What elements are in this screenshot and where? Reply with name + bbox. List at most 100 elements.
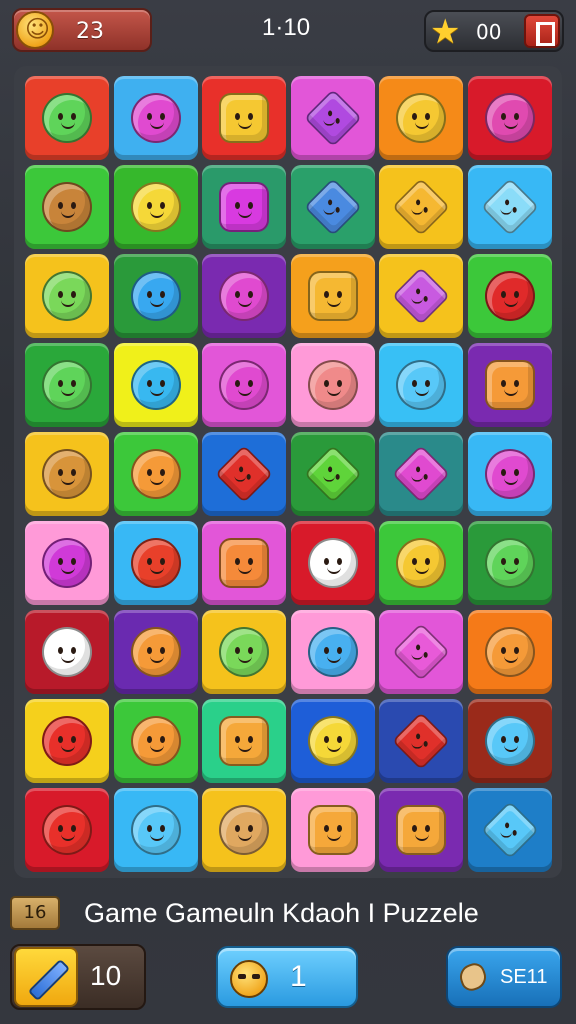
tile-r4-c1[interactable] [25, 343, 109, 427]
tile-r3-c6[interactable] [467, 254, 552, 338]
top-bar: 23 1·10 ★ 00 [0, 0, 576, 62]
creature-mouth [326, 656, 341, 663]
creature-mouth [415, 567, 429, 574]
tile-r8-c6[interactable] [467, 699, 552, 783]
creature-icon [396, 805, 446, 855]
creature-mouth [322, 120, 335, 126]
tile-r7-c3[interactable] [202, 610, 286, 694]
creature-mouth [415, 389, 429, 396]
creature-mouth [149, 478, 164, 485]
pencil-tool-button[interactable]: 10 [10, 944, 146, 1010]
creature-mouth [234, 476, 246, 482]
hint-button[interactable]: 1 [216, 946, 358, 1008]
creature-mouth [503, 300, 518, 307]
tile-r8-c1[interactable] [25, 699, 109, 783]
tile-r6-c2[interactable] [113, 521, 198, 605]
tile-r4-c2[interactable] [113, 343, 198, 427]
tile-r9-c2[interactable] [113, 788, 198, 872]
creature-icon [396, 538, 446, 588]
tile-r2-c6[interactable] [467, 165, 552, 249]
tile-r9-c5[interactable] [379, 788, 463, 872]
coin-face-icon [16, 11, 54, 49]
creature-icon [307, 360, 358, 410]
creature-mouth [415, 122, 429, 129]
creature-mouth [238, 211, 252, 218]
creature-icon [219, 271, 269, 321]
creature-mouth [238, 389, 252, 396]
tile-r5-c5[interactable] [379, 432, 463, 516]
tile-r2-c3[interactable] [202, 165, 286, 249]
tile-r1-c5[interactable] [379, 76, 463, 160]
tile-r9-c1[interactable] [25, 788, 109, 872]
coin-counter[interactable]: 23 [12, 8, 152, 52]
creature-icon [219, 93, 269, 143]
creature-icon [42, 360, 92, 410]
creature-icon [396, 360, 446, 410]
tile-r1-c4[interactable] [290, 76, 375, 160]
tile-r8-c2[interactable] [113, 699, 198, 783]
tile-r9-c4[interactable] [290, 788, 375, 872]
exit-button[interactable] [524, 14, 560, 48]
tile-r2-c4[interactable] [290, 165, 375, 249]
creature-icon [130, 449, 181, 499]
tile-r7-c2[interactable] [113, 610, 198, 694]
creature-icon [130, 805, 181, 855]
tile-r9-c3[interactable] [202, 788, 286, 872]
tile-r9-c6[interactable] [467, 788, 552, 872]
tile-r5-c3[interactable] [202, 432, 286, 516]
shuffle-icon [456, 960, 490, 994]
tile-r7-c5[interactable] [379, 610, 463, 694]
tile-r6-c6[interactable] [467, 521, 552, 605]
tile-r8-c4[interactable] [290, 699, 375, 783]
tile-r2-c1[interactable] [25, 165, 109, 249]
creature-mouth [326, 834, 341, 841]
creature-icon [130, 271, 181, 321]
creature-icon [480, 178, 539, 236]
tile-r1-c3[interactable] [202, 76, 286, 160]
tile-r2-c2[interactable] [113, 165, 198, 249]
tile-r3-c1[interactable] [25, 254, 109, 338]
creature-icon [484, 627, 535, 677]
tile-r1-c2[interactable] [113, 76, 198, 160]
tile-r7-c6[interactable] [467, 610, 552, 694]
creature-icon [219, 716, 269, 766]
creature-mouth [61, 656, 75, 663]
tile-r6-c1[interactable] [25, 521, 109, 605]
creature-icon [219, 538, 269, 588]
tile-r1-c1[interactable] [25, 76, 109, 160]
creature-mouth [503, 478, 518, 485]
tile-r5-c1[interactable] [25, 432, 109, 516]
tile-r3-c2[interactable] [113, 254, 198, 338]
tile-r5-c4[interactable] [290, 432, 375, 516]
creature-mouth [322, 476, 335, 482]
tile-r6-c4[interactable] [290, 521, 375, 605]
tile-r4-c3[interactable] [202, 343, 286, 427]
tile-r6-c5[interactable] [379, 521, 463, 605]
creature-mouth [61, 745, 75, 752]
creature-mouth [503, 745, 518, 752]
tile-r3-c4[interactable] [290, 254, 375, 338]
creature-icon [130, 627, 181, 677]
creature-mouth [238, 656, 252, 663]
tile-r5-c2[interactable] [113, 432, 198, 516]
tile-r5-c6[interactable] [467, 432, 552, 516]
creature-mouth [322, 209, 335, 215]
tile-r7-c4[interactable] [290, 610, 375, 694]
shuffle-button[interactable]: SE11 [446, 946, 562, 1008]
creature-icon [219, 182, 269, 232]
tile-r4-c6[interactable] [467, 343, 552, 427]
tile-r4-c5[interactable] [379, 343, 463, 427]
tile-r4-c4[interactable] [290, 343, 375, 427]
tile-r7-c1[interactable] [25, 610, 109, 694]
coin-count: 23 [76, 19, 104, 44]
tile-r1-c6[interactable] [467, 76, 552, 160]
star-count: 00 [476, 20, 502, 44]
tile-r8-c3[interactable] [202, 699, 286, 783]
tile-r3-c5[interactable] [379, 254, 463, 338]
tile-r3-c3[interactable] [202, 254, 286, 338]
tile-r2-c5[interactable] [379, 165, 463, 249]
creature-mouth [326, 745, 341, 752]
tile-r6-c3[interactable] [202, 521, 286, 605]
creature-mouth [326, 567, 341, 574]
tile-r8-c5[interactable] [379, 699, 463, 783]
